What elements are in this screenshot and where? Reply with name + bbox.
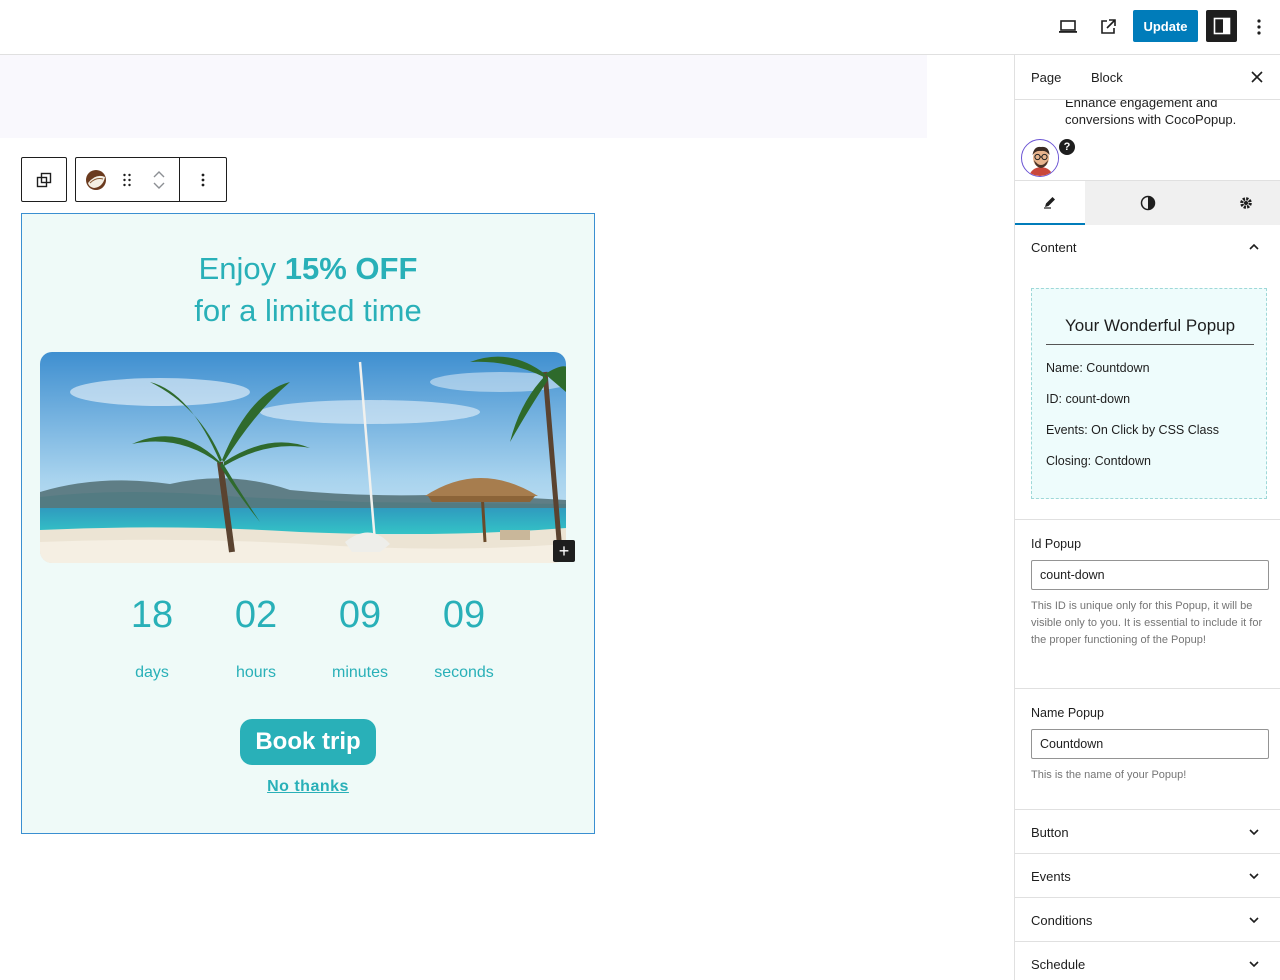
update-button[interactable]: Update [1133, 10, 1198, 42]
schedule-section-label: Schedule [1031, 957, 1086, 972]
add-block-plus-icon[interactable]: + [553, 540, 575, 562]
book-trip-button[interactable]: Book trip [240, 719, 376, 765]
sidebar-tabs: Page Block [1015, 55, 1280, 100]
tab-block[interactable]: Block [1091, 70, 1123, 85]
name-popup-label: Name Popup [1031, 706, 1104, 720]
name-popup-input[interactable] [1031, 729, 1269, 759]
countdown-minutes-value: 09 [338, 594, 382, 636]
external-link-icon[interactable] [1093, 12, 1123, 42]
help-icon[interactable]: ? [1059, 139, 1075, 155]
no-thanks-link: No thanks [22, 778, 594, 796]
chevron-up-icon [1249, 243, 1259, 250]
headline-discount: 15% OFF [284, 251, 418, 286]
settings-sidebar: Page Block Enhance engagement and conver… [1014, 55, 1280, 980]
popup-preview-card: Your Wonderful Popup Name: Countdown ID:… [1031, 288, 1267, 499]
coconut-block-icon[interactable] [76, 158, 116, 201]
styles-tab-contrast-icon[interactable] [1085, 181, 1211, 225]
name-popup-help: This is the name of your Popup! [1031, 769, 1187, 781]
button-section-label: Button [1031, 825, 1069, 840]
conditions-section-label: Conditions [1031, 913, 1093, 928]
id-popup-input[interactable] [1031, 560, 1269, 590]
countdown-days-value: 18 [130, 594, 174, 636]
schedule-section-header[interactable]: Schedule [1015, 941, 1280, 980]
button-section-header[interactable]: Button [1015, 809, 1280, 853]
popup-block[interactable]: Enjoy 15% OFF for a limited time + 18 02… [21, 213, 595, 834]
countdown-seconds-label: seconds [434, 664, 494, 681]
preview-events-line: Events: On Click by CSS Class [1046, 423, 1219, 437]
edit-tab-pencil-icon[interactable] [1015, 181, 1085, 225]
move-down-icon[interactable] [152, 182, 166, 190]
preview-closing-line: Closing: Contdown [1046, 454, 1151, 468]
chevron-down-icon [1249, 961, 1259, 968]
inspector-icon-tabs [1015, 180, 1280, 225]
block-more-options-icon[interactable] [180, 158, 226, 201]
more-options-icon[interactable] [1244, 12, 1274, 42]
content-section-label: Content [1031, 240, 1077, 255]
chevron-down-icon [1249, 917, 1259, 924]
move-up-icon[interactable] [152, 170, 166, 178]
chevron-down-icon [1249, 829, 1259, 836]
block-parent-toolbar [21, 157, 67, 202]
drag-handle-icon[interactable] [116, 158, 138, 201]
id-popup-help: This ID is unique only for this Popup, i… [1031, 600, 1263, 646]
events-section-header[interactable]: Events [1015, 853, 1280, 897]
content-section-header[interactable]: Content [1015, 225, 1280, 269]
conditions-section-header[interactable]: Conditions [1015, 897, 1280, 941]
block-mover [138, 158, 180, 201]
beach-image [40, 352, 566, 563]
no-thanks-text[interactable]: No thanks [267, 778, 349, 795]
block-toolbar [75, 157, 227, 202]
transform-block-icon[interactable] [22, 158, 66, 201]
headline-line2: for a limited time [194, 293, 422, 328]
countdown-days-label: days [135, 664, 169, 681]
page-header-band [0, 55, 927, 138]
editor-canvas: Enjoy 15% OFF for a limited time + 18 02… [0, 55, 1014, 980]
preview-name-line: Name: Countdown [1046, 361, 1150, 375]
countdown-hours-value: 02 [234, 594, 278, 636]
chevron-down-icon [1249, 873, 1259, 880]
countdown-minutes-label: minutes [331, 664, 389, 681]
divider [1015, 688, 1280, 689]
desktop-preview-icon[interactable] [1053, 12, 1083, 42]
events-section-label: Events [1031, 869, 1071, 884]
sidebar-toggle-icon[interactable] [1206, 10, 1237, 42]
countdown-hours-label: hours [235, 664, 277, 681]
popup-headline: Enjoy 15% OFF for a limited time [22, 248, 594, 332]
settings-tab-gear-icon[interactable] [1211, 181, 1280, 225]
close-icon[interactable] [1247, 67, 1267, 87]
id-popup-label: Id Popup [1031, 537, 1082, 551]
divider [1015, 519, 1280, 520]
author-avatar [1021, 139, 1059, 177]
countdown-seconds-value: 09 [442, 594, 486, 636]
editor-header: Update [0, 0, 1280, 55]
preview-id-line: ID: count-down [1046, 392, 1131, 406]
tab-page[interactable]: Page [1031, 70, 1061, 85]
preview-title: Your Wonderful Popup [1046, 316, 1254, 345]
headline-prefix: Enjoy [198, 251, 285, 286]
